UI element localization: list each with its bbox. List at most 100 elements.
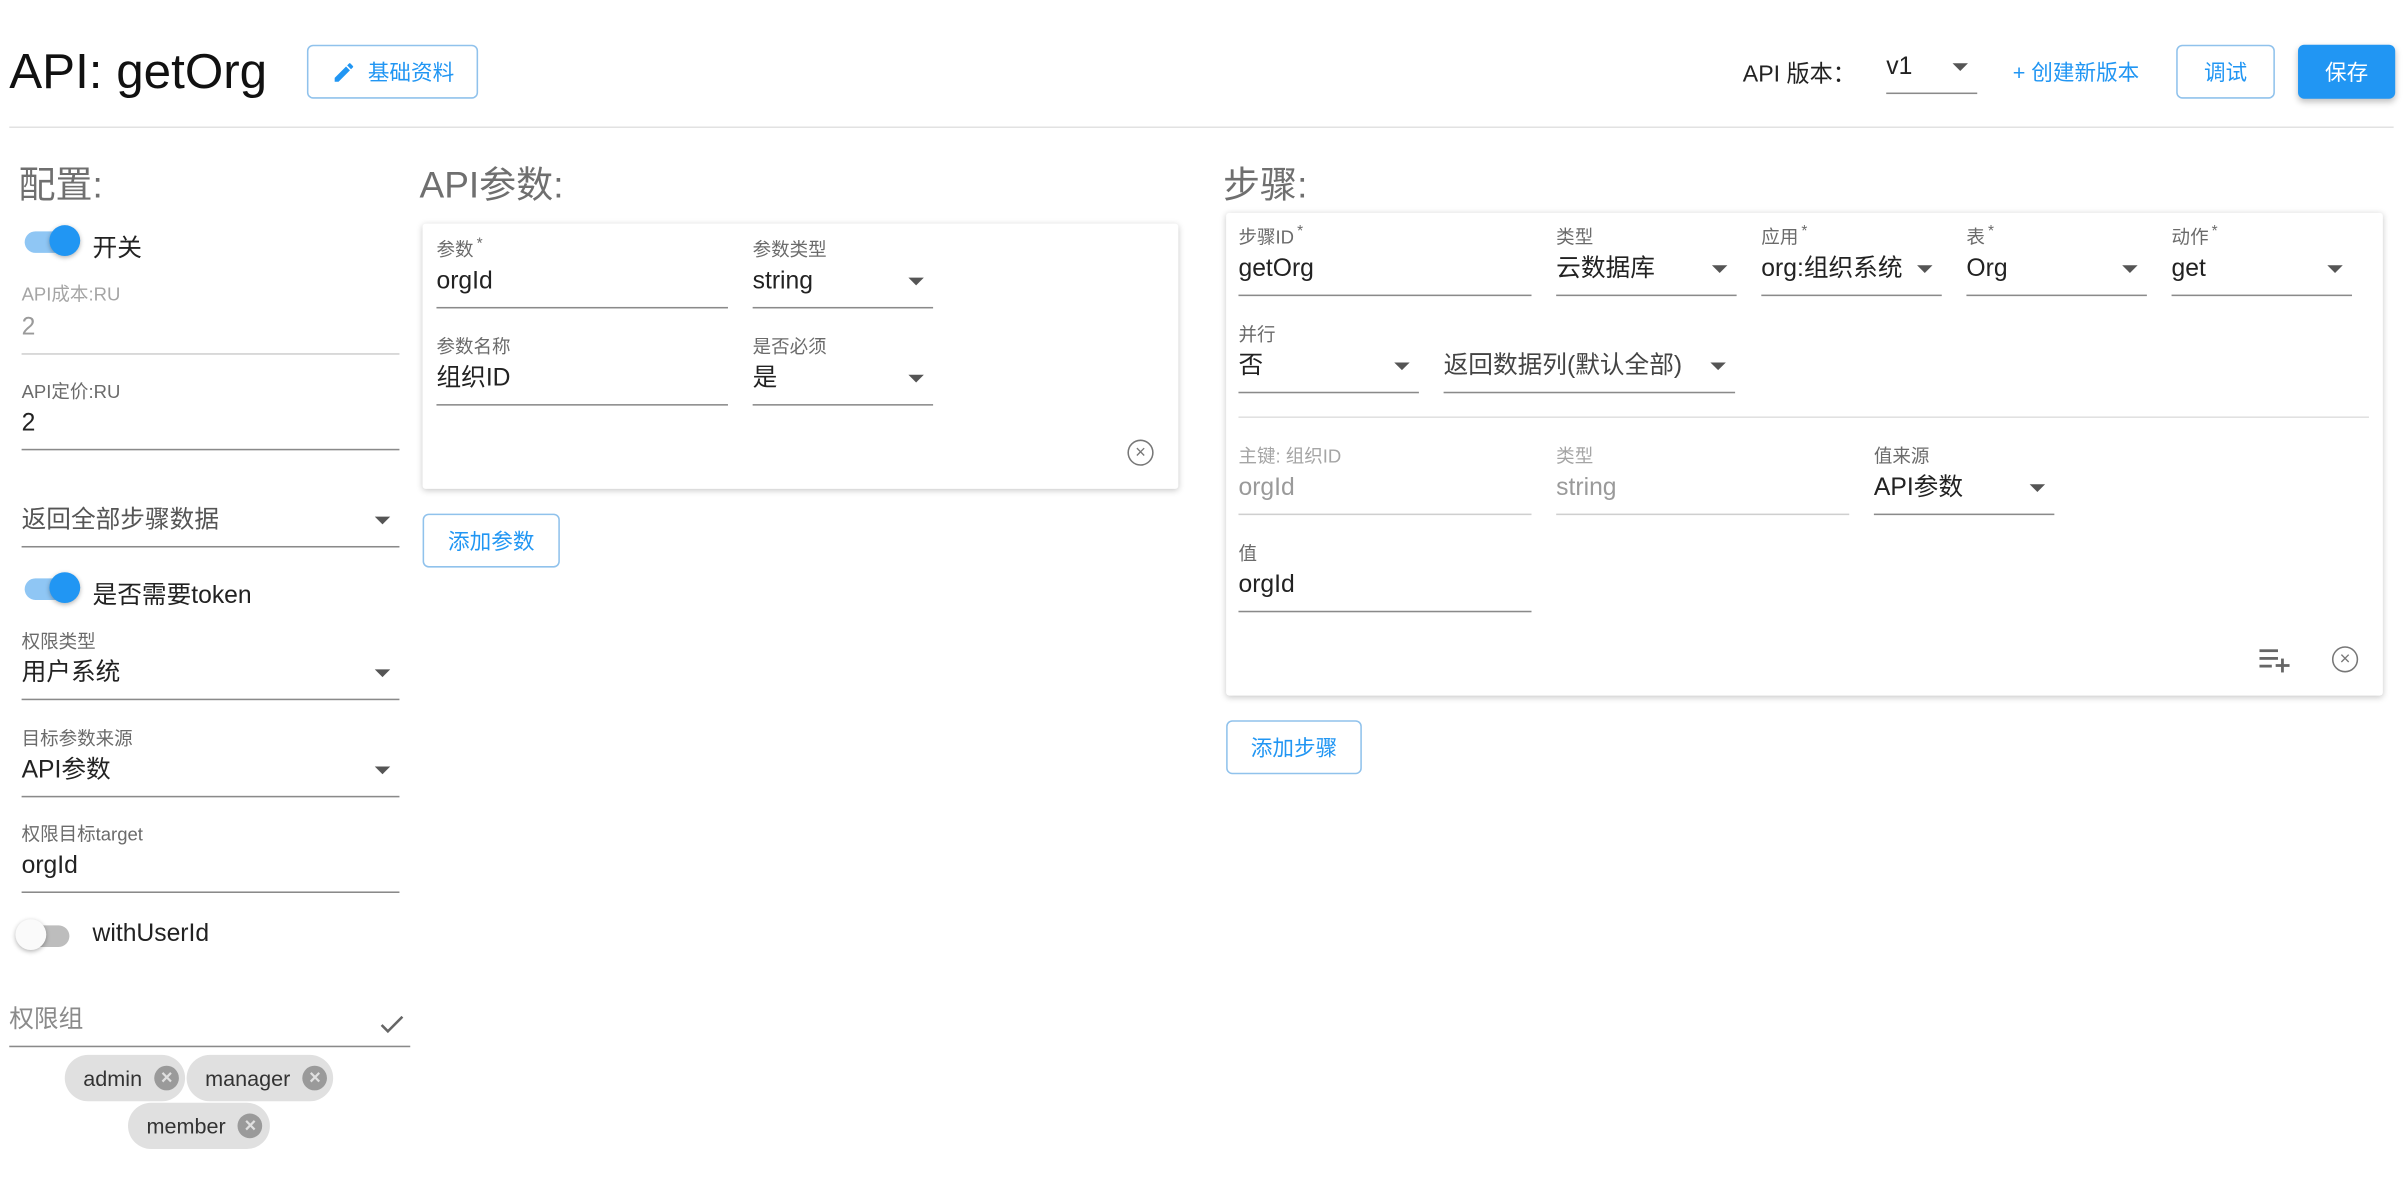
perm-group-chip[interactable]: admin × [64, 1054, 186, 1102]
app-value: org:组织系统 [1761, 256, 1903, 283]
perm-target-label: 权限目标target [21, 823, 143, 846]
action-label: 动作 * [2171, 223, 2218, 249]
key-type-field: string [1556, 472, 1850, 516]
header-divider [9, 126, 2394, 129]
param-id-label-text: 参数 [436, 239, 474, 261]
perm-target-value: orgId [21, 852, 78, 880]
need-token-knob [49, 572, 81, 604]
check-icon[interactable] [376, 1009, 407, 1040]
app-select[interactable]: org:组织系统 [1761, 253, 1942, 297]
api-cost-field: 2 [21, 312, 400, 355]
chevron-down-icon [2122, 265, 2138, 273]
chip-label: admin [83, 1065, 143, 1091]
step-type-label: 类型 [1556, 226, 1594, 249]
chevron-down-icon [2029, 484, 2046, 492]
return-columns-value: 返回数据列(默认全部) [1443, 353, 1683, 380]
with-user-id-toggle[interactable] [15, 919, 74, 951]
close-icon[interactable]: × [238, 1113, 263, 1139]
switch-toggle[interactable] [20, 225, 81, 257]
step-id-value: getOrg [1238, 256, 1314, 283]
need-token-toggle[interactable] [20, 572, 81, 604]
chevron-down-icon [908, 277, 924, 286]
key-label: 主键: 组织ID [1238, 445, 1342, 468]
chevron-down-icon [1917, 265, 1933, 273]
table-label-text: 表 [1966, 226, 1985, 249]
perm-type-value: 用户系统 [21, 660, 121, 687]
step-type-select[interactable]: 云数据库 [1556, 253, 1737, 297]
create-version-link[interactable]: + 创建新版本 [2013, 57, 2140, 88]
value-source-select[interactable]: API参数 [1873, 472, 2055, 516]
step-id-field[interactable]: getOrg [1238, 253, 1532, 297]
table-select[interactable]: Org [1966, 253, 2147, 297]
action-label-text: 动作 [2171, 226, 2209, 249]
perm-group-chip[interactable]: member × [128, 1102, 270, 1150]
chevron-down-icon [374, 766, 391, 775]
param-id-label: 参数 * [436, 235, 483, 261]
key-type-label: 类型 [1556, 445, 1594, 468]
chevron-down-icon [1710, 362, 1726, 371]
target-source-value: API参数 [21, 757, 111, 784]
return-mode-value: 返回全部步骤数据 [21, 507, 220, 534]
save-button[interactable]: 保存 [2298, 44, 2396, 99]
close-icon[interactable]: × [154, 1065, 180, 1091]
key-field: orgId [1238, 472, 1532, 516]
version-select[interactable]: v1 [1886, 51, 1978, 95]
version-value: v1 [1886, 53, 1913, 81]
target-source-select[interactable]: API参数 [21, 754, 400, 798]
target-source-label: 目标参数来源 [21, 727, 133, 750]
parallel-value: 否 [1238, 353, 1264, 380]
api-cost-label: API成本:RU [21, 283, 121, 306]
basic-info-label: 基础资料 [367, 59, 455, 85]
chip-label: manager [205, 1065, 291, 1091]
chevron-down-icon [374, 669, 391, 678]
return-mode-select[interactable]: 返回全部步骤数据 [21, 504, 400, 548]
app-root: API: getOrg 基础资料 API 版本： v1 + 创建新版本 调试 保… [0, 0, 2406, 1194]
param-type-select[interactable]: string [752, 265, 934, 309]
remove-step-icon[interactable]: × [2331, 646, 2359, 673]
perm-type-label: 权限类型 [21, 630, 96, 653]
table-value: Org [1966, 256, 2008, 283]
app-label: 应用 * [1761, 223, 1808, 249]
action-select[interactable]: get [2171, 253, 2353, 297]
value-source-value: API参数 [1873, 475, 1964, 502]
param-name-label: 参数名称 [436, 336, 511, 358]
api-price-field[interactable]: 2 [21, 407, 400, 451]
need-token-label: 是否需要token [92, 582, 252, 610]
return-columns-select[interactable]: 返回数据列(默认全部) [1443, 350, 1736, 394]
perm-target-field[interactable]: orgId [21, 850, 400, 893]
page-title: API: getOrg [9, 43, 268, 99]
required-value: 是 [752, 365, 778, 392]
param-name-field[interactable]: 组织ID [436, 362, 728, 406]
param-type-value: string [752, 268, 813, 295]
perm-group-input[interactable]: 权限组 [9, 1004, 411, 1048]
parallel-select[interactable]: 否 [1238, 350, 1419, 394]
add-param-button[interactable]: 添加参数 [422, 513, 560, 568]
value-label: 值 [1238, 542, 1257, 565]
remove-param-icon[interactable]: × [1127, 439, 1154, 466]
key-value: orgId [1238, 475, 1295, 502]
action-value: get [2171, 256, 2206, 283]
basic-info-button[interactable]: 基础资料 [306, 44, 479, 99]
chevron-down-icon [1711, 265, 1728, 273]
value-field[interactable]: orgId [1238, 569, 1532, 613]
step-id-label-text: 步骤ID [1238, 226, 1295, 249]
params-heading: API参数: [419, 165, 564, 207]
with-user-id-label: withUserId [92, 920, 210, 947]
playlist-add-icon[interactable] [2258, 646, 2292, 674]
switch-knob [49, 225, 81, 257]
key-type-value: string [1556, 475, 1617, 502]
close-icon[interactable]: × [302, 1065, 328, 1091]
param-type-label: 参数类型 [752, 239, 827, 261]
chevron-down-icon [1394, 362, 1410, 371]
param-id-value: orgId [436, 268, 493, 295]
debug-button[interactable]: 调试 [2176, 44, 2275, 99]
param-id-field[interactable]: orgId [436, 265, 728, 309]
required-label: 是否必须 [752, 336, 827, 358]
pencil-icon [333, 62, 353, 81]
required-select[interactable]: 是 [752, 362, 934, 406]
perm-group-chip[interactable]: manager × [186, 1054, 334, 1102]
perm-type-select[interactable]: 用户系统 [21, 657, 400, 701]
chevron-down-icon [1952, 63, 1968, 71]
step-type-value: 云数据库 [1556, 256, 1655, 283]
add-step-button[interactable]: 添加步骤 [1226, 720, 1362, 775]
